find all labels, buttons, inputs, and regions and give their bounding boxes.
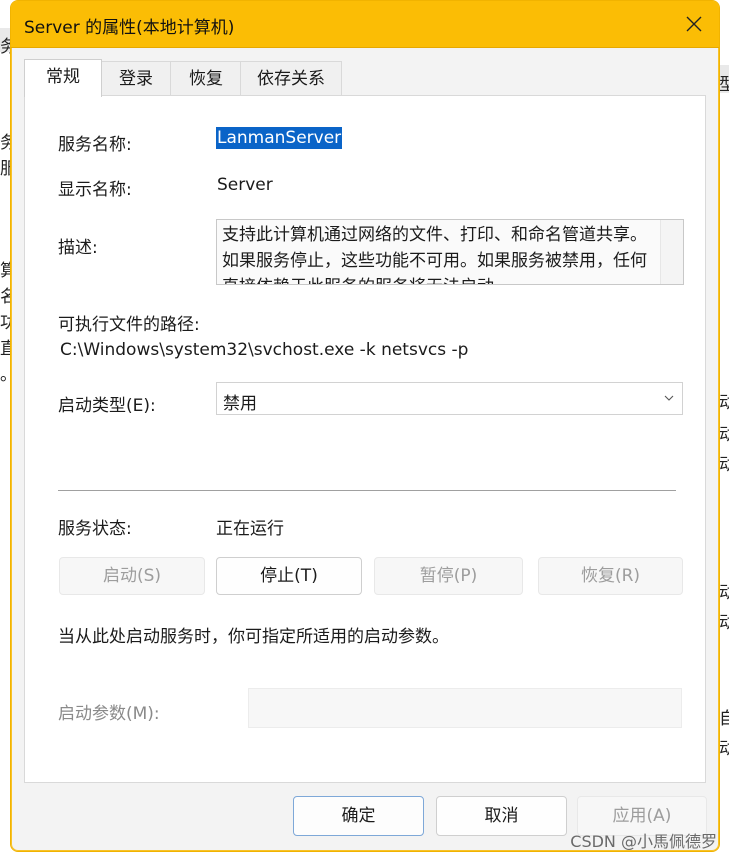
resume-service-button[interactable]: 恢复(R) [538, 557, 683, 595]
description-scrollbar[interactable] [660, 220, 683, 284]
close-button[interactable] [669, 1, 719, 47]
background-text-right: 动 [719, 739, 729, 759]
stop-service-button[interactable]: 停止(T) [216, 557, 362, 595]
pause-service-button[interactable]: 暂停(P) [374, 557, 523, 595]
background-text-right: 动 [719, 393, 729, 413]
watermark-text: CSDN @小馬佩德罗 [570, 832, 717, 851]
general-tab-panel: 服务名称: LanmanServer 显示名称: Server 描述: 支持此计… [24, 95, 706, 783]
background-text-right: 动 [719, 425, 729, 445]
display-name-label: 显示名称: [58, 180, 132, 200]
cancel-button[interactable]: 取消 [436, 796, 567, 836]
service-name-value[interactable]: LanmanServer [216, 127, 343, 149]
title-bar[interactable]: Server 的属性(本地计算机) [11, 1, 719, 48]
service-name-text: LanmanServer [216, 127, 343, 149]
startup-type-label: 启动类型(E): [58, 396, 156, 416]
service-properties-dialog: Server 的属性(本地计算机) 常规 登录 恢复 依存关系 服务名称: La… [10, 0, 720, 852]
tab-logon[interactable]: 登录 [100, 61, 172, 96]
service-status-value: 正在运行 [216, 519, 284, 539]
exe-path-value: C:\Windows\system32\svchost.exe -k netsv… [60, 340, 469, 360]
background-text-right: 动 [719, 583, 729, 603]
start-params-input[interactable] [248, 688, 682, 728]
startup-type-value: 禁用 [223, 394, 257, 414]
service-status-label: 服务状态: [58, 519, 132, 539]
background-text-right: 型 [719, 75, 729, 95]
background-text-right: 动 [719, 613, 729, 633]
tab-dependencies[interactable]: 依存关系 [240, 61, 342, 96]
exe-path-label: 可执行文件的路径: [58, 315, 200, 335]
background-text-right: 自 [719, 709, 729, 729]
tab-recovery[interactable]: 恢复 [170, 61, 242, 96]
ok-button[interactable]: 确定 [293, 796, 424, 836]
start-params-hint: 当从此处启动服务时，你可指定所适用的启动参数。 [58, 627, 449, 647]
start-service-button[interactable]: 启动(S) [59, 557, 205, 595]
display-name-value: Server [217, 175, 273, 195]
start-params-label: 启动参数(M): [58, 704, 160, 724]
close-icon [686, 16, 702, 32]
description-label: 描述: [58, 238, 98, 258]
service-name-label: 服务名称: [58, 135, 132, 155]
description-text: 支持此计算机通过网络的文件、打印、和命名管道共享。如果服务停止，这些功能不可用。… [222, 225, 647, 284]
chevron-down-icon [664, 395, 674, 401]
startup-type-select[interactable]: 禁用 [216, 382, 683, 415]
window-title: Server 的属性(本地计算机) [24, 18, 235, 38]
description-box[interactable]: 支持此计算机通过网络的文件、打印、和命名管道共享。如果服务停止，这些功能不可用。… [216, 219, 684, 285]
section-divider [58, 490, 676, 491]
tab-general[interactable]: 常规 [24, 59, 102, 97]
background-text-right: 动 [719, 455, 729, 475]
